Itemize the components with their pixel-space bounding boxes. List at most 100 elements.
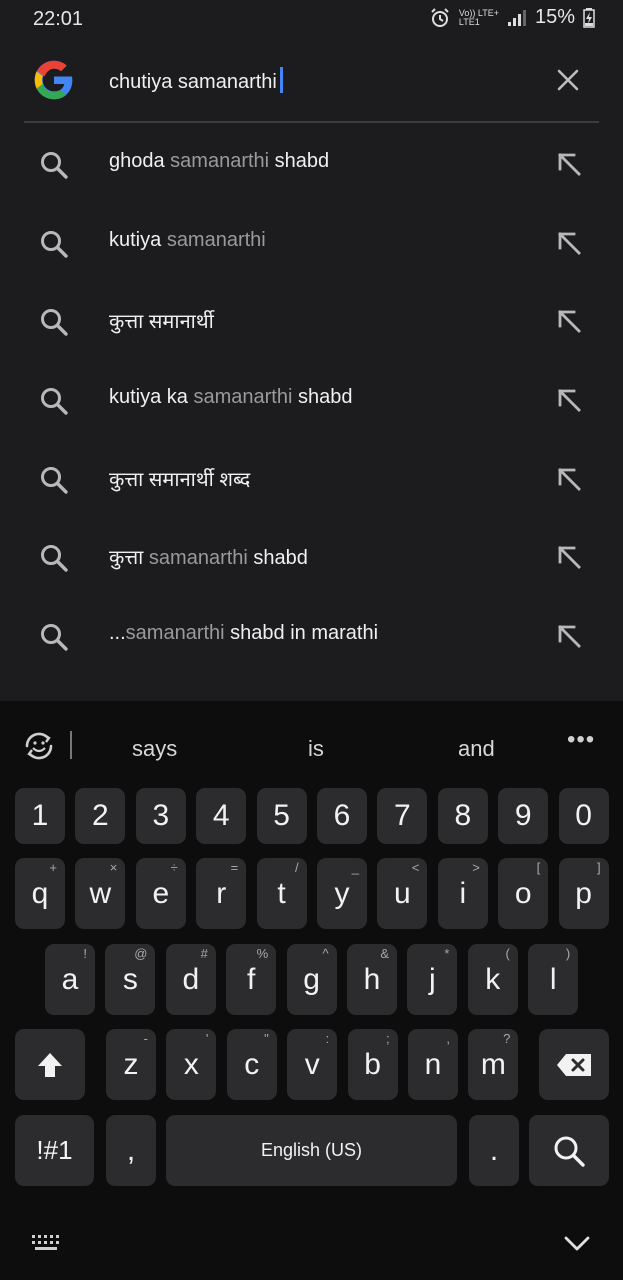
key-label: v (304, 1047, 320, 1081)
key-label: , (126, 1133, 136, 1167)
key-z[interactable]: z- (106, 1029, 156, 1100)
symbols-key[interactable]: !#1 (15, 1115, 94, 1186)
suggestion-text-part: ghoda (109, 150, 171, 172)
prediction-bar: says is and ••• (0, 701, 623, 783)
key-7[interactable]: 7 (377, 788, 428, 844)
key-secondary-label: * (444, 946, 450, 961)
key-r[interactable]: r = (196, 858, 247, 929)
key-8[interactable]: 8 (437, 788, 488, 844)
close-icon[interactable] (553, 65, 583, 95)
key-label: y (334, 876, 350, 910)
key-label: 3 (152, 799, 170, 832)
key-label: 1 (31, 799, 49, 832)
key-y[interactable]: y _ (317, 858, 367, 929)
fill-query-arrow-icon[interactable] (555, 150, 583, 178)
fill-query-arrow-icon[interactable] (555, 386, 583, 414)
suggestion-item[interactable]: कुत्ता समानार्थी शब्द (0, 438, 623, 517)
key-w[interactable]: w × (75, 858, 126, 929)
key-n[interactable]: n, (408, 1029, 458, 1100)
search-icon (38, 621, 70, 653)
key-k[interactable]: k( (467, 944, 518, 1015)
key-9[interactable]: 9 (498, 788, 549, 844)
more-options-icon[interactable]: ••• (567, 726, 595, 754)
key-label: r (216, 876, 227, 910)
key-q[interactable]: q + (15, 858, 65, 929)
key-f[interactable]: f% (226, 944, 277, 1015)
key-4[interactable]: 4 (196, 788, 247, 844)
suggestion-item[interactable]: कुत्ता samanarthi shabd (0, 516, 623, 595)
search-icon (38, 228, 70, 260)
fill-query-arrow-icon[interactable] (555, 543, 583, 571)
key-secondary-label: & (380, 946, 389, 961)
key-e[interactable]: e ÷ (135, 858, 186, 929)
alarm-icon (431, 7, 449, 27)
key-6[interactable]: 6 (317, 788, 367, 844)
suggestion-item[interactable]: कुत्ता समानार्थी (0, 280, 623, 359)
prediction-word-2[interactable]: is (308, 736, 324, 762)
key-label: 8 (454, 799, 472, 832)
google-logo-icon (34, 60, 73, 100)
key-secondary-label: × (109, 860, 118, 875)
key-label: 7 (394, 799, 411, 832)
search-query-text: chutiya samanarthi (109, 71, 277, 93)
search-bar[interactable]: chutiya samanarthi (0, 48, 623, 114)
key-label: b (364, 1047, 381, 1081)
prediction-word-1[interactable]: says (132, 736, 177, 762)
suggestion-item[interactable]: kutiya ka samanarthi shabd (0, 359, 623, 438)
fill-query-arrow-icon[interactable] (555, 229, 583, 257)
key-v[interactable]: v: (287, 1029, 338, 1100)
key-g[interactable]: g ^ (286, 944, 337, 1015)
suggestion-item[interactable]: ghoda samanarthi shabd (0, 123, 623, 202)
emoji-toggle-icon[interactable] (21, 728, 57, 764)
key-label: 5 (273, 799, 290, 832)
key-0[interactable]: 0 (558, 788, 609, 844)
key-s[interactable]: s @ (105, 944, 156, 1015)
search-icon (38, 306, 70, 338)
suggestion-item[interactable]: ...samanarthi shabd in marathi (0, 595, 623, 674)
keyboard-switch-icon[interactable] (31, 1232, 63, 1254)
key-2[interactable]: 2 (75, 788, 126, 844)
search-key[interactable] (529, 1115, 609, 1186)
backspace-key[interactable] (539, 1029, 609, 1100)
search-input[interactable]: chutiya samanarthi (109, 67, 283, 94)
key-5[interactable]: 5 (256, 788, 307, 844)
key-label: d (182, 962, 200, 996)
period-key[interactable]: . (469, 1115, 519, 1186)
fill-query-arrow-icon[interactable] (555, 622, 583, 650)
key-label: p (575, 876, 592, 910)
space-key[interactable]: English (US) (166, 1115, 457, 1186)
key-j[interactable]: j * (407, 944, 458, 1015)
suggestion-text-part: कुत्ता समानार्थी (109, 311, 214, 334)
key-label: 2 (92, 799, 109, 832)
key-t[interactable]: t / (256, 858, 307, 929)
key-x[interactable]: x ' (166, 1029, 217, 1100)
battery-percent: 15% (534, 6, 575, 28)
key-secondary-label: [ (536, 860, 541, 875)
key-l[interactable]: l) (528, 944, 579, 1015)
comma-key[interactable]: , (106, 1115, 156, 1186)
fill-query-arrow-icon[interactable] (555, 307, 583, 335)
key-o[interactable]: o[ (498, 858, 549, 929)
key-secondary-label: ; (385, 1031, 390, 1046)
fill-query-arrow-icon[interactable] (555, 465, 583, 493)
key-b[interactable]: b; (347, 1029, 398, 1100)
key-d[interactable]: d # (165, 944, 216, 1015)
key-a[interactable]: a! (45, 944, 95, 1015)
key-secondary-label: % (256, 946, 269, 961)
key-3[interactable]: 3 (135, 788, 186, 844)
search-icon (552, 1134, 586, 1168)
suggestion-text: kutiya ka samanarthi shabd (109, 386, 352, 409)
key-c[interactable]: c " (226, 1029, 277, 1100)
key-p[interactable]: p] (558, 858, 609, 929)
shift-key[interactable] (15, 1029, 85, 1100)
prediction-word-3[interactable]: and (458, 736, 495, 762)
key-h[interactable]: h & (347, 944, 397, 1015)
key-label: q (31, 876, 49, 910)
key-1[interactable]: 1 (15, 788, 65, 844)
key-secondary-label: / (294, 860, 299, 875)
key-m[interactable]: m? (468, 1029, 519, 1100)
hide-keyboard-icon[interactable] (562, 1232, 592, 1254)
key-u[interactable]: u < (377, 858, 428, 929)
suggestion-item[interactable]: kutiya samanarthi (0, 202, 623, 281)
key-i[interactable]: i > (437, 858, 488, 929)
